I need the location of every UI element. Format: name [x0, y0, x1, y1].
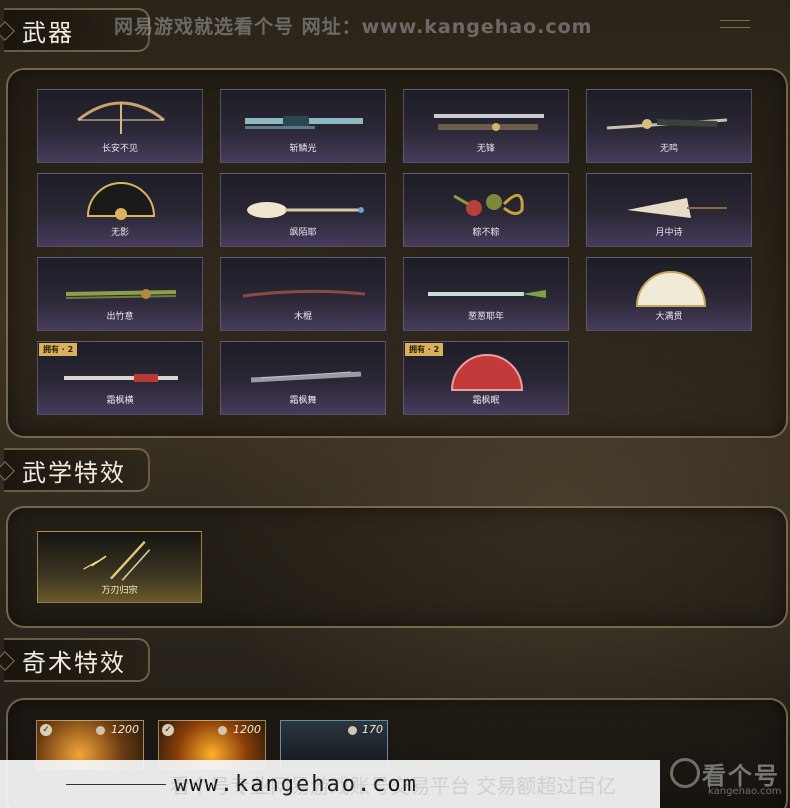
- owned-check-icon: ✓: [162, 724, 174, 736]
- coin-icon: [218, 726, 227, 735]
- weapon-icon: [86, 182, 156, 220]
- weapon-name: 木棍: [293, 312, 312, 322]
- weapon-icon: [428, 290, 546, 298]
- weapon-icon: [627, 198, 727, 218]
- effect-card[interactable]: 万刃归宗: [37, 531, 202, 603]
- weapon-name: 霜枫眠: [472, 396, 500, 406]
- weapon-icon: [242, 289, 366, 298]
- owned-badge: 拥有 · 2: [405, 343, 444, 356]
- logo-mark-icon: [670, 758, 700, 788]
- coin-icon: [348, 726, 357, 735]
- weapon-name: 斩鳞光: [289, 144, 317, 154]
- weapon-card[interactable]: 霜枫舞: [220, 341, 386, 415]
- footer-bar: 看个号专业网易游戏账号交易平台 交易额超过百亿 www.kangehao.com: [0, 760, 660, 808]
- skill-price: 1200: [111, 723, 139, 736]
- weapon-card[interactable]: 长安不见: [37, 89, 203, 163]
- weapon-card[interactable]: 木棍: [220, 257, 386, 331]
- weapon-icon: [635, 271, 707, 307]
- coin-icon: [96, 726, 105, 735]
- weapon-card[interactable]: 月中诗: [586, 173, 752, 247]
- weapon-name: 大满贯: [655, 312, 683, 322]
- logo-subtext: kangehao.com: [708, 786, 782, 797]
- skill-price: 170: [362, 723, 383, 736]
- weapon-card[interactable]: 无影: [37, 173, 203, 247]
- weapon-name: 无鸣: [659, 144, 678, 154]
- weapon-card[interactable]: 拥有 · 2 霜枫横: [37, 341, 203, 415]
- sword-light-effect-icon: [83, 540, 151, 581]
- weapon-icon: [250, 371, 362, 383]
- effect-name: 万刃归宗: [101, 586, 138, 596]
- footer-rule: [66, 783, 166, 785]
- weapon-name: 霜枫横: [106, 396, 134, 406]
- skill-price: 1200: [233, 723, 261, 736]
- weapon-icon: [453, 193, 524, 216]
- footer-faint-text: 看个号专业网易游戏账号交易平台 交易额超过百亿: [170, 774, 617, 798]
- diamond-ornament-icon: [0, 461, 15, 481]
- weapon-icon: [247, 202, 364, 218]
- weapon-name: 飒陌耶: [289, 228, 317, 238]
- weapon-card[interactable]: 大满贯: [586, 257, 752, 331]
- site-logo: 看个号 kangehao.com: [668, 752, 788, 804]
- mystic-effects-title: 奇术特效: [22, 648, 126, 677]
- diamond-ornament-icon: [0, 651, 15, 671]
- weapon-icon: [245, 116, 363, 129]
- weapon-icon: [606, 118, 728, 130]
- decorative-divider-icon: [720, 20, 750, 28]
- weapon-card[interactable]: 斩鳞光: [220, 89, 386, 163]
- weapon-name: 无影: [110, 228, 129, 238]
- weapon-icon: [65, 289, 177, 299]
- weapon-name: 霜枫舞: [289, 396, 317, 406]
- weapon-card[interactable]: 粽不粽: [403, 173, 569, 247]
- martial-effects-section-tab[interactable]: 武学特效: [0, 448, 150, 492]
- weapon-name: 月中诗: [655, 228, 683, 238]
- watermark-text: 网易游戏就选看个号 网址：www.kangehao.com: [114, 16, 593, 38]
- weapon-name: 葱葱耶年: [467, 312, 504, 322]
- weapon-icon: [77, 101, 165, 134]
- weapon-name: 出竹意: [106, 312, 134, 322]
- mystic-effects-section-tab[interactable]: 奇术特效: [0, 638, 150, 682]
- weapon-card[interactable]: 出竹意: [37, 257, 203, 331]
- weapon-card[interactable]: 葱葱耶年: [403, 257, 569, 331]
- weapons-section-title: 武器: [22, 18, 74, 47]
- weapon-card[interactable]: 飒陌耶: [220, 173, 386, 247]
- owned-badge: 拥有 · 2: [39, 343, 78, 356]
- weapon-name: 长安不见: [101, 144, 138, 154]
- weapon-icon: [434, 114, 544, 131]
- weapon-card[interactable]: 无锋: [403, 89, 569, 163]
- weapon-card[interactable]: 无鸣: [586, 89, 752, 163]
- martial-effects-title: 武学特效: [22, 458, 126, 487]
- weapon-name: 粽不粽: [472, 228, 500, 238]
- weapon-name: 无锋: [476, 144, 495, 154]
- weapon-card[interactable]: 拥有 · 2 霜枫眠: [403, 341, 569, 415]
- diamond-ornament-icon: [0, 21, 15, 41]
- owned-check-icon: ✓: [40, 724, 52, 736]
